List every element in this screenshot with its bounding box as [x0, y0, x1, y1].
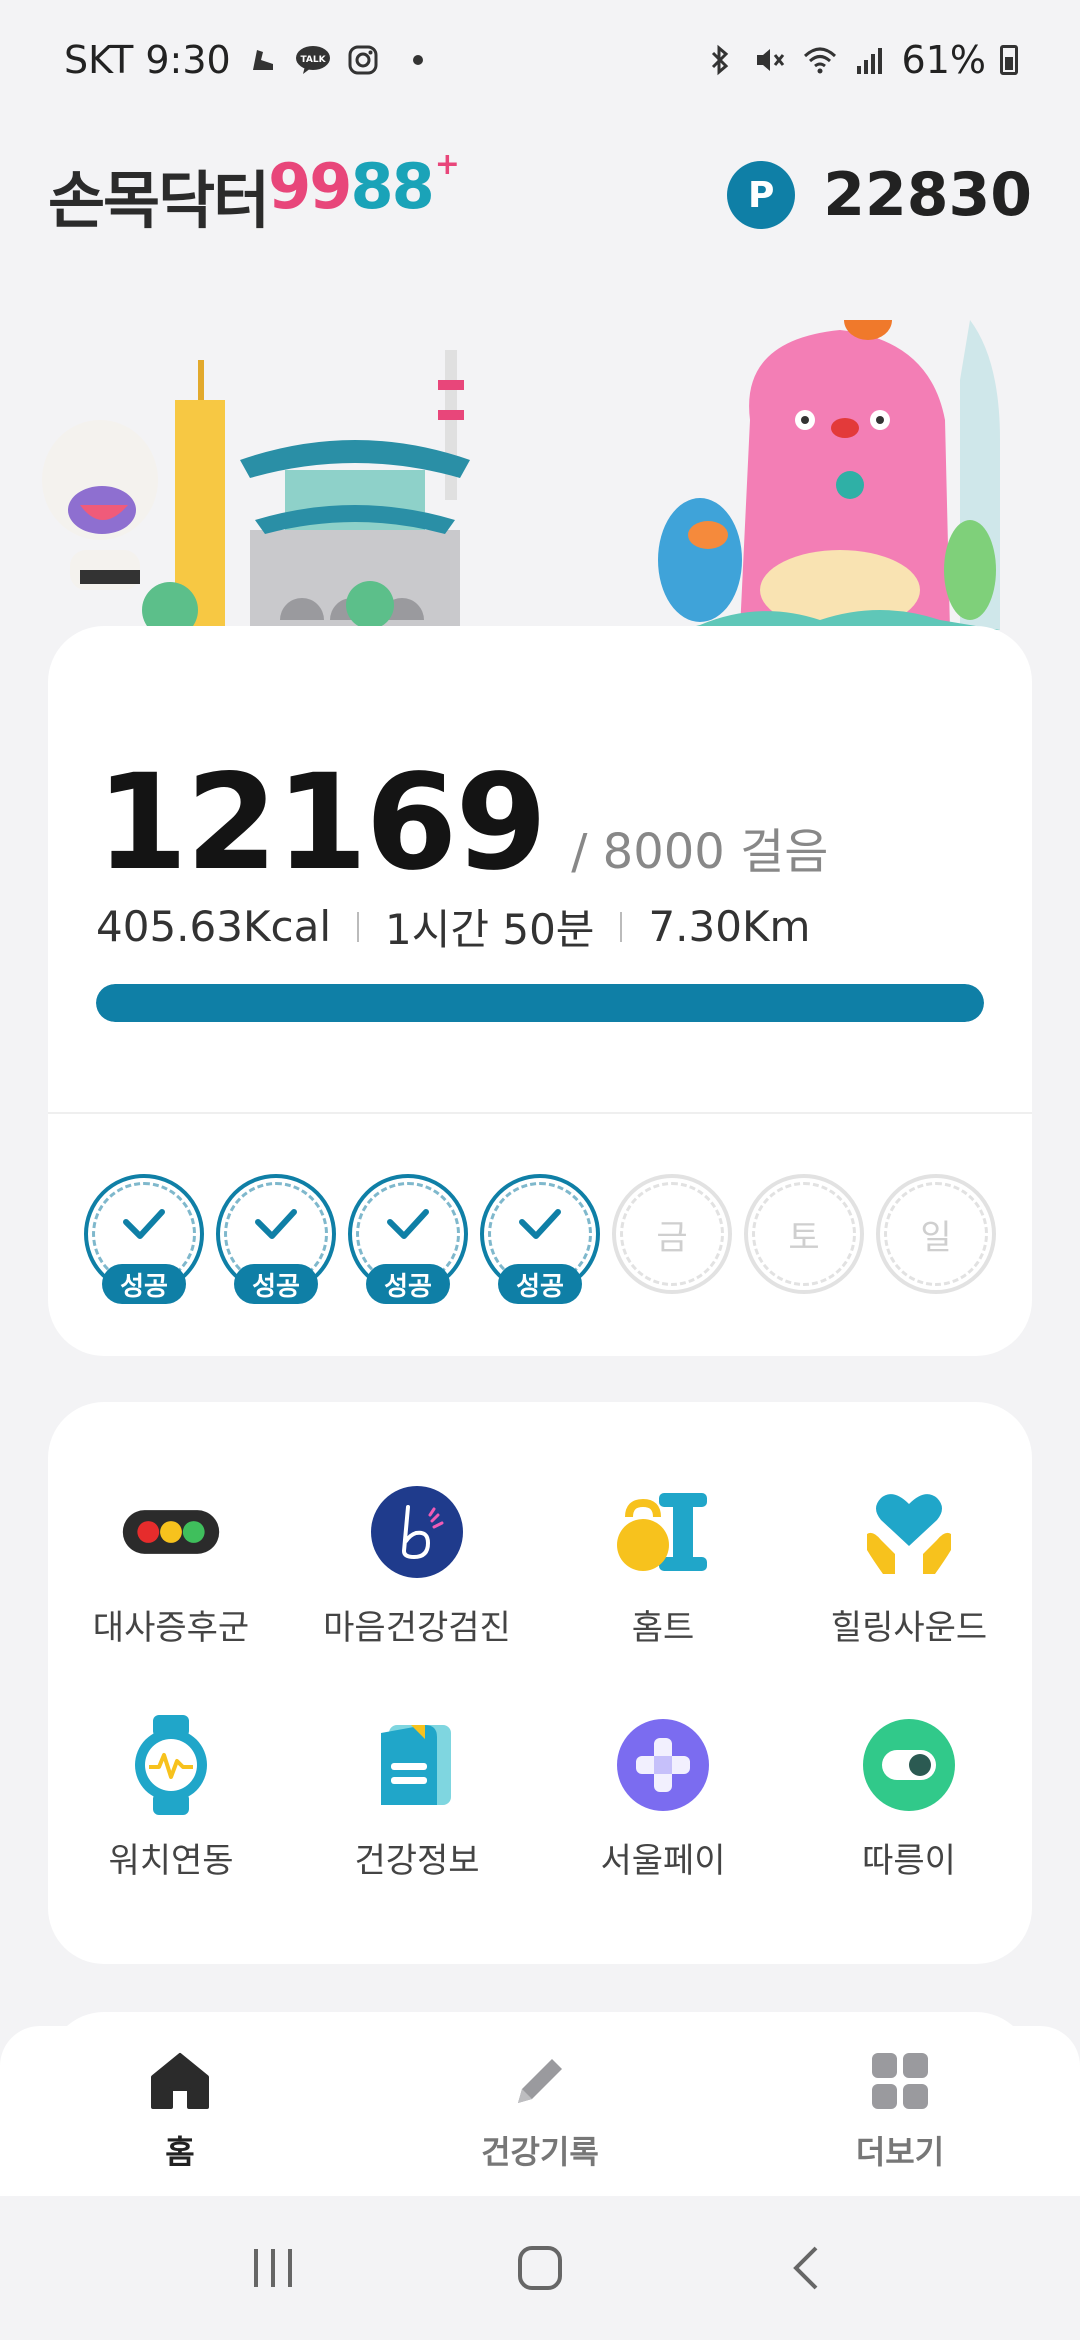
home-icon: [148, 2049, 212, 2113]
battery-icon: [1000, 45, 1018, 75]
steps-row: 12169 / 8000 걸음: [96, 746, 828, 900]
step-progress-fill: [96, 984, 984, 1022]
seoul-mascot-illustration: [40, 300, 1040, 638]
menu-item-traffic-light[interactable]: 대사증후군: [48, 1482, 294, 1649]
mind-b-icon: [367, 1482, 467, 1582]
heart-hands-icon: [859, 1482, 959, 1582]
distance-value: 7.30Km: [648, 902, 811, 951]
success-badge: 성공: [498, 1264, 582, 1304]
step-goal: / 8000 걸음: [571, 824, 829, 880]
step-summary-card[interactable]: 12169 / 8000 걸음 405.63Kcal 1시간 50분 7.30K…: [48, 626, 1032, 1356]
day-achievement-3: 성공: [480, 1174, 600, 1304]
home-button[interactable]: [505, 2233, 575, 2303]
signal-icon: [852, 42, 888, 78]
app-header: 손목닥터 99 88 + P 22830: [0, 140, 1080, 250]
service-menu-grid: 대사증후군 마음건강검진 홈트 힐링사운드워치연동 건강정보 서울페이 따릉이: [48, 1482, 1032, 1882]
day-label: 토: [788, 1218, 820, 1258]
menu-item-document[interactable]: 건강정보: [294, 1715, 540, 1882]
menu-item-label: 따릉이: [862, 1841, 956, 1881]
menu-item-label: 홈트: [631, 1608, 695, 1648]
status-bar: SKT 9:30 TALK 61%: [0, 0, 1080, 120]
menu-item-mind-b[interactable]: 마음건강검진: [294, 1482, 540, 1649]
grid-icon: [868, 2049, 932, 2113]
day-label: 금: [656, 1218, 688, 1258]
nav-more[interactable]: 더보기: [780, 2049, 1020, 2173]
card-divider: [48, 1112, 1032, 1114]
status-left: SKT 9:30 TALK: [64, 38, 423, 82]
carrier-time: SKT 9:30: [64, 38, 231, 82]
app-logo[interactable]: 손목닥터 99 88 +: [48, 147, 460, 240]
step-count: 12169: [96, 746, 547, 900]
traffic-light-icon: [121, 1482, 221, 1582]
checkmark-icon: [519, 1209, 561, 1239]
day-achievement-0: 성공: [84, 1174, 204, 1304]
activity-stats: 405.63Kcal 1시간 50분 7.30Km: [96, 896, 810, 957]
wifi-icon: [802, 42, 838, 78]
menu-item-label: 서울페이: [600, 1841, 726, 1881]
day-achievement-1: 성공: [216, 1174, 336, 1304]
day-achievement-4: 금: [612, 1174, 732, 1294]
menu-item-watch[interactable]: 워치연동: [48, 1715, 294, 1882]
menu-item-plus-coin[interactable]: 서울페이: [540, 1715, 786, 1882]
document-icon: [367, 1715, 467, 1815]
service-menu-card: 대사증후군 마음건강검진 홈트 힐링사운드워치연동 건강정보 서울페이 따릉이: [48, 1402, 1032, 1964]
day-label: 일: [920, 1218, 952, 1258]
kakaotalk-icon: TALK: [295, 42, 331, 78]
stat-divider: [620, 911, 623, 942]
logo-number-2: 88: [350, 150, 434, 223]
notification-dot: [412, 55, 423, 65]
weekly-achievement: 성공 성공 성공 성공 금 토 일: [84, 1174, 996, 1304]
svg-text:TALK: TALK: [300, 55, 326, 65]
checkmark-icon: [255, 1209, 297, 1239]
plus-coin-icon: [613, 1715, 713, 1815]
shoe-icon: [245, 42, 281, 78]
nav-health-record[interactable]: 건강기록: [420, 2049, 660, 2173]
checkmark-icon: [387, 1209, 429, 1239]
duration-value: 1시간 50분: [385, 905, 595, 954]
checkmark-icon: [123, 1209, 165, 1239]
mute-icon: [752, 42, 788, 78]
menu-item-bike-toggle[interactable]: 따릉이: [786, 1715, 1032, 1882]
menu-item-label: 힐링사운드: [830, 1608, 988, 1648]
bluetooth-icon: [702, 42, 738, 78]
nav-health-record-label: 건강기록: [481, 2133, 599, 2171]
menu-item-label: 건강정보: [354, 1841, 480, 1881]
step-progress-bar: [96, 984, 984, 1022]
nav-more-label: 더보기: [855, 2133, 945, 2171]
calories-value: 405.63Kcal: [96, 902, 331, 951]
instagram-icon: [345, 42, 381, 78]
battery-percent: 61%: [901, 38, 986, 82]
menu-item-label: 대사증후군: [92, 1608, 250, 1648]
logo-text: 손목닥터: [48, 164, 270, 237]
kettlebell-dumbbell-icon: [613, 1482, 713, 1582]
day-achievement-5: 토: [744, 1174, 864, 1294]
points-value: 22830: [823, 160, 1032, 230]
status-right: 61%: [702, 38, 1018, 82]
system-navigation-bar: [0, 2196, 1080, 2340]
nav-home[interactable]: 홈: [60, 2049, 300, 2173]
bottom-navigation: 홈 건강기록 더보기: [0, 2026, 1080, 2196]
success-badge: 성공: [102, 1264, 186, 1304]
day-achievement-2: 성공: [348, 1174, 468, 1304]
logo-plus: +: [434, 147, 460, 182]
points-icon: P: [727, 161, 796, 229]
nav-home-label: 홈: [165, 2133, 195, 2171]
day-achievement-6: 일: [876, 1174, 996, 1294]
recent-apps-button[interactable]: [238, 2233, 308, 2303]
bike-toggle-icon: [859, 1715, 959, 1815]
menu-item-heart-hands[interactable]: 힐링사운드: [786, 1482, 1032, 1649]
watch-icon: [121, 1715, 221, 1815]
logo-number-1: 99: [268, 150, 352, 223]
points-display[interactable]: P 22830: [727, 160, 1032, 230]
menu-item-kettlebell-dumbbell[interactable]: 홈트: [540, 1482, 786, 1649]
success-badge: 성공: [234, 1264, 318, 1304]
menu-item-label: 마음건강검진: [323, 1608, 511, 1648]
stat-divider: [357, 911, 359, 942]
pencil-icon: [508, 2049, 572, 2113]
menu-item-label: 워치연동: [108, 1841, 234, 1881]
success-badge: 성공: [366, 1264, 450, 1304]
back-button[interactable]: [772, 2233, 842, 2303]
